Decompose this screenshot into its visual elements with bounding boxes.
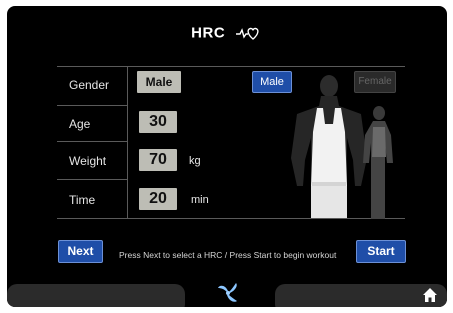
age-value[interactable]: 30: [139, 111, 177, 133]
next-button[interactable]: Next: [58, 240, 103, 263]
page-title: HRC: [191, 24, 226, 42]
footer-left-bar: [7, 284, 185, 307]
divider: [57, 141, 127, 142]
gender-label: Gender: [69, 78, 110, 92]
divider: [57, 105, 127, 106]
screen: HRC Gender Age Weight Time Male 30 70 kg…: [7, 6, 447, 307]
fan-icon[interactable]: [216, 282, 240, 304]
age-label: Age: [69, 117, 91, 131]
gender-value[interactable]: Male: [137, 71, 181, 93]
page-title-bar: HRC: [7, 24, 447, 42]
divider: [127, 66, 128, 218]
time-value[interactable]: 20: [139, 188, 177, 210]
divider: [57, 218, 405, 219]
time-label: Time: [69, 193, 96, 207]
time-unit: min: [191, 194, 209, 206]
divider: [57, 66, 405, 67]
weight-value[interactable]: 70: [139, 149, 177, 171]
home-icon[interactable]: [422, 287, 438, 303]
male-figure-illustration: [291, 75, 367, 218]
female-figure-illustration: [363, 106, 393, 219]
heart-rate-icon: [235, 27, 259, 40]
divider: [57, 179, 127, 180]
weight-label: Weight: [69, 154, 107, 168]
instruction-text: Press Next to select a HRC / Press Start…: [119, 250, 337, 260]
start-button[interactable]: Start: [356, 240, 406, 263]
weight-unit: kg: [189, 155, 201, 167]
